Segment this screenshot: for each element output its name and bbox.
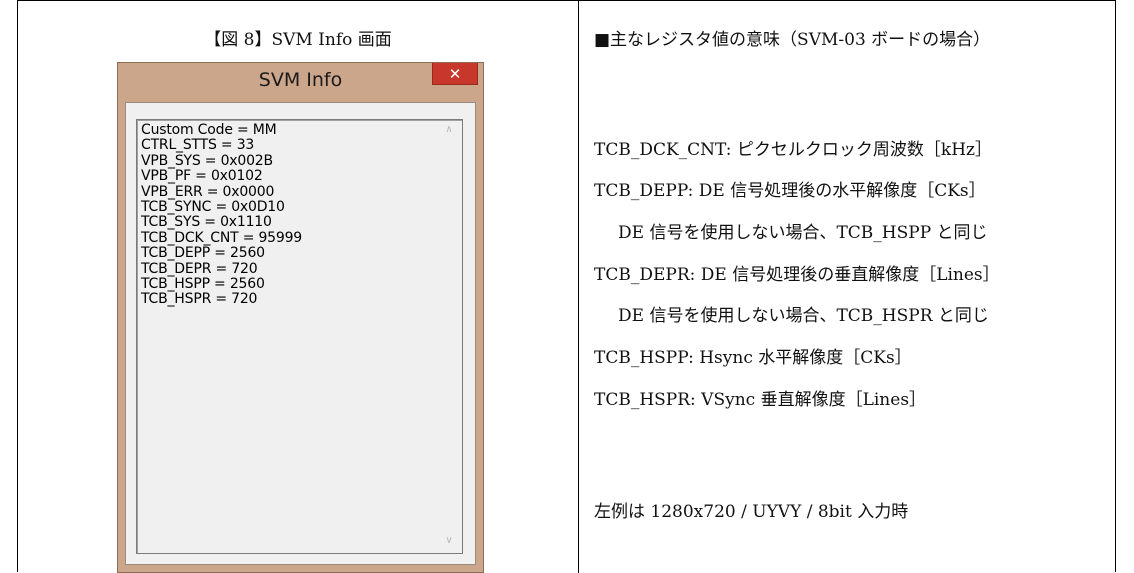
window-client-area: Custom Code = MM CTRL_STTS = 33 VPB_SYS … (125, 102, 476, 565)
register-info-textbox[interactable]: Custom Code = MM CTRL_STTS = 33 VPB_SYS … (136, 119, 463, 554)
right-cell: ■主なレジスタ値の意味（SVM-03 ボードの場合） TCB_DCK_CNT: … (579, 1, 1117, 573)
register-list: Custom Code = MM CTRL_STTS = 33 VPB_SYS … (141, 122, 303, 308)
desc-line: TCB_HSPR: VSync 垂直解像度［Lines］ (594, 390, 927, 410)
register-line: TCB_SYS = 0x1110 (141, 214, 272, 231)
close-button[interactable]: ✕ (432, 63, 478, 85)
window-titlebar[interactable]: SVM Info ✕ (118, 63, 483, 102)
desc-line: DE 信号を使用しない場合、TCB_HSPR と同じ (618, 306, 989, 326)
example-note: 左例は 1280x720 / UYVY / 8bit 入力時 (594, 502, 909, 522)
scroll-down-icon[interactable]: ∨ (442, 535, 456, 547)
window-title: SVM Info (258, 69, 343, 91)
left-cell: 【図 8】SVM Info 画面 SVM Info ✕ Custom Code … (18, 1, 578, 573)
register-line: TCB_HSPP = 2560 (141, 276, 265, 293)
register-line: TCB_DEPP = 2560 (141, 245, 265, 262)
register-line: CTRL_STTS = 33 (141, 137, 255, 154)
figure-caption: 【図 8】SVM Info 画面 (204, 30, 392, 50)
register-line: TCB_DCK_CNT = 95999 (141, 229, 303, 246)
svm-info-window: SVM Info ✕ Custom Code = MM CTRL_STTS = … (117, 62, 484, 573)
register-line: VPB_ERR = 0x0000 (141, 183, 275, 200)
document-table: 【図 8】SVM Info 画面 SVM Info ✕ Custom Code … (17, 0, 1117, 573)
register-line: Custom Code = MM (141, 122, 277, 138)
register-line: TCB_DEPR = 720 (141, 260, 258, 277)
scroll-up-icon[interactable]: ∧ (442, 124, 456, 136)
register-meaning-heading: ■主なレジスタ値の意味（SVM-03 ボードの場合） (594, 30, 991, 50)
close-icon: ✕ (448, 64, 462, 83)
desc-line: DE 信号を使用しない場合、TCB_HSPP と同じ (618, 223, 988, 243)
register-line: TCB_HSPR = 720 (141, 291, 258, 308)
desc-line: TCB_DEPR: DE 信号処理後の垂直解像度［Lines］ (594, 265, 1000, 285)
register-line: VPB_PF = 0x0102 (141, 168, 263, 185)
desc-line: TCB_HSPP: Hsync 水平解像度［CKs］ (594, 348, 912, 368)
register-line: TCB_SYNC = 0x0D10 (141, 199, 285, 216)
register-line: VPB_SYS = 0x002B (141, 152, 273, 169)
desc-line: TCB_DCK_CNT: ピクセルクロック周波数［kHz］ (594, 140, 993, 160)
desc-line: TCB_DEPP: DE 信号処理後の水平解像度［CKs］ (594, 181, 986, 201)
